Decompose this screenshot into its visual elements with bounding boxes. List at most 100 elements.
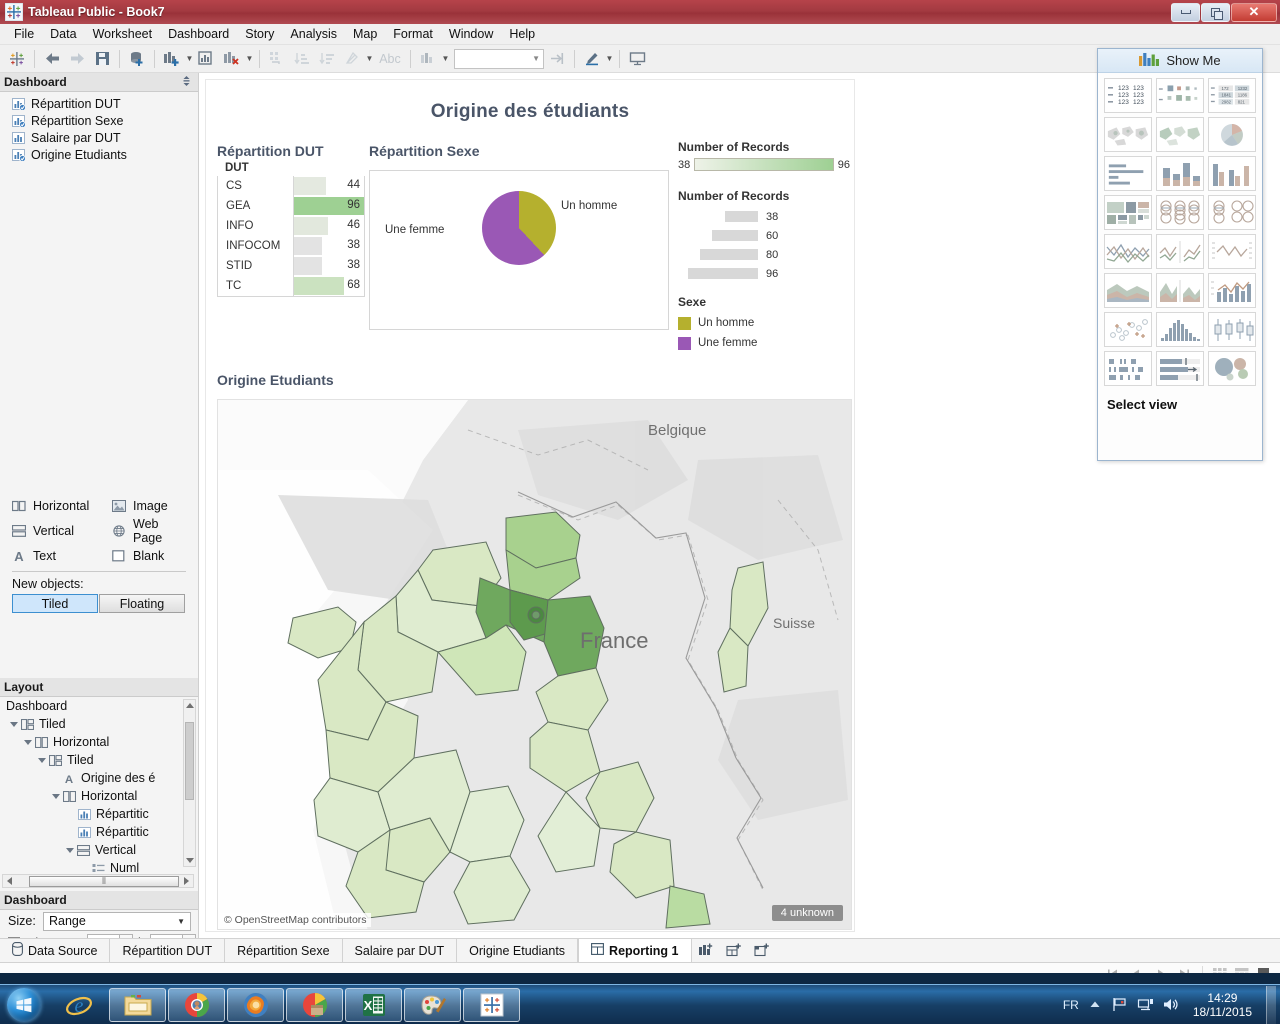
menu-format[interactable]: Format [385, 25, 441, 43]
microsoft-excel-taskbar-icon[interactable]: X [345, 987, 402, 1022]
tab-origine-etudiants[interactable]: Origine Etudiants [457, 939, 579, 962]
area-discrete-thumb[interactable] [1156, 273, 1204, 308]
twisty-icon[interactable] [24, 738, 32, 746]
tree-item-tiled-1[interactable]: Tiled [0, 715, 198, 733]
sidebar-sheet-salaire-par-dut[interactable]: Salaire par DUT [0, 129, 198, 146]
tree-item-number-legend[interactable]: Numl [0, 859, 198, 873]
new-worksheet-icon[interactable] [160, 47, 184, 71]
histogram-thumb[interactable] [1156, 312, 1204, 347]
size-legend-item[interactable]: 96 [678, 264, 850, 283]
tableau-public-taskbar-icon[interactable] [463, 987, 520, 1022]
scatter-plot-thumb[interactable] [1104, 312, 1152, 347]
layout-tree-vertical-scrollbar[interactable] [183, 699, 196, 867]
twisty-icon[interactable] [66, 846, 74, 854]
presentation-icon[interactable] [625, 47, 649, 71]
size-legend-item[interactable]: 80 [678, 245, 850, 264]
treemap-thumb[interactable] [1104, 195, 1152, 230]
size-legend-item[interactable]: 60 [678, 226, 850, 245]
paint-taskbar-icon[interactable] [404, 987, 461, 1022]
tab-salaire-par-dut[interactable]: Salaire par DUT [343, 939, 458, 962]
horizontal-bars-thumb[interactable] [1104, 156, 1152, 191]
panel-resize-handle[interactable] [182, 75, 194, 90]
sidebar-sheet-repartition-sexe[interactable]: Répartition Sexe [0, 112, 198, 129]
object-blank[interactable]: Blank [112, 549, 188, 563]
clear-sheet-icon[interactable] [220, 47, 244, 71]
packed-bubbles-thumb[interactable] [1208, 351, 1256, 386]
sidebar-sheet-repartition-dut[interactable]: Répartition DUT [0, 95, 198, 112]
internet-explorer-taskbar-icon[interactable]: e [50, 988, 107, 1022]
highlight-table-thumb[interactable]: 172 1232 1841 1186 2982 821 [1208, 78, 1256, 113]
scrollbar-thumb[interactable] [185, 722, 194, 800]
scroll-left-arrow-icon[interactable] [7, 877, 12, 885]
dual-combination-thumb[interactable] [1208, 273, 1256, 308]
object-web-page[interactable]: Web Page [112, 517, 188, 545]
minimize-button[interactable] [1171, 2, 1200, 22]
tab-repartition-sexe[interactable]: Répartition Sexe [225, 939, 343, 962]
lines-discrete-thumb[interactable] [1156, 234, 1204, 269]
box-plot-thumb[interactable] [1208, 312, 1256, 347]
bar-mark[interactable] [294, 237, 322, 255]
start-button[interactable] [0, 986, 48, 1024]
layout-tree[interactable]: Dashboard Tiled Horizontal Tiled A Origi… [0, 697, 198, 873]
menu-window[interactable]: Window [441, 25, 501, 43]
new-worksheet-dropdown-icon[interactable]: ▼ [185, 48, 194, 70]
scroll-right-arrow-icon[interactable] [184, 877, 189, 885]
scroll-up-arrow-icon[interactable] [186, 703, 194, 708]
tree-item-vertical[interactable]: Vertical [0, 841, 198, 859]
circle-views-thumb[interactable] [1156, 195, 1204, 230]
table-row[interactable]: CS 44 [218, 176, 364, 196]
back-arrow-icon[interactable] [40, 47, 64, 71]
table-row[interactable]: GEA 96 [218, 196, 364, 216]
map-unknown-badge[interactable]: 4 unknown [771, 905, 843, 921]
menu-data[interactable]: Data [42, 25, 84, 43]
heat-map-thumb[interactable] [1156, 78, 1204, 113]
new-dashboard-tab-button[interactable] [720, 939, 748, 962]
forward-arrow-icon[interactable] [65, 47, 89, 71]
restore-button[interactable] [1201, 2, 1230, 22]
tree-item-dashboard[interactable]: Dashboard [0, 697, 198, 715]
google-chrome-2-taskbar-icon[interactable] [286, 987, 343, 1022]
tree-item-repartition-2[interactable]: Répartitic [0, 823, 198, 841]
menu-file[interactable]: File [6, 25, 42, 43]
mozilla-firefox-taskbar-icon[interactable] [227, 987, 284, 1022]
bar-mark[interactable] [294, 257, 322, 275]
size-legend-item[interactable]: 38 [678, 207, 850, 226]
show-me-header[interactable]: Show Me [1098, 49, 1262, 73]
new-data-source-icon[interactable] [125, 47, 149, 71]
tree-item-horizontal-1[interactable]: Horizontal [0, 733, 198, 751]
twisty-icon[interactable] [10, 720, 18, 728]
format-pen-icon[interactable] [580, 47, 604, 71]
lines-continuous-thumb[interactable] [1104, 234, 1152, 269]
size-select[interactable]: Range ▼ [43, 911, 191, 931]
scrollbar-thumb[interactable]: ⦀ [29, 875, 179, 887]
bar-mark[interactable] [294, 277, 344, 295]
menu-map[interactable]: Map [345, 25, 385, 43]
tab-data-source[interactable]: Data Source [0, 939, 111, 962]
scroll-down-arrow-icon[interactable] [186, 858, 194, 863]
dual-lines-thumb[interactable] [1208, 234, 1256, 269]
tab-reporting-1[interactable]: Reporting 1 [578, 939, 692, 962]
tableau-logo-icon[interactable] [5, 47, 29, 71]
table-row[interactable]: TC 68 [218, 276, 364, 296]
bullet-graph-thumb[interactable] [1156, 351, 1204, 386]
tab-repartition-dut[interactable]: Répartition DUT [110, 939, 226, 962]
tiled-button[interactable]: Tiled [12, 594, 98, 613]
bar-mark[interactable] [294, 217, 328, 235]
network-icon[interactable] [1137, 996, 1154, 1013]
table-row[interactable]: STID 38 [218, 256, 364, 276]
tree-item-origine-text[interactable]: A Origine des é [0, 769, 198, 787]
google-chrome-taskbar-icon[interactable] [168, 987, 225, 1022]
menu-dashboard[interactable]: Dashboard [160, 25, 237, 43]
sidebar-sheet-origine-etudiants[interactable]: Origine Etudiants [0, 146, 198, 163]
sexe-legend-item-une-femme[interactable]: Une femme [678, 333, 850, 353]
map-canvas[interactable]: Belgique France Suisse France © OpenStre… [217, 399, 852, 930]
color-legend-gradient[interactable] [694, 158, 834, 171]
stacked-bars-thumb[interactable] [1156, 156, 1204, 191]
twisty-icon[interactable] [38, 756, 46, 764]
action-center-flag-icon[interactable] [1112, 996, 1129, 1013]
symbol-map-thumb[interactable] [1104, 117, 1152, 152]
menu-worksheet[interactable]: Worksheet [85, 25, 161, 43]
tree-item-horizontal-2[interactable]: Horizontal [0, 787, 198, 805]
text-table-thumb[interactable]: 123 123 123 123 123 123 [1104, 78, 1152, 113]
area-continuous-thumb[interactable] [1104, 273, 1152, 308]
